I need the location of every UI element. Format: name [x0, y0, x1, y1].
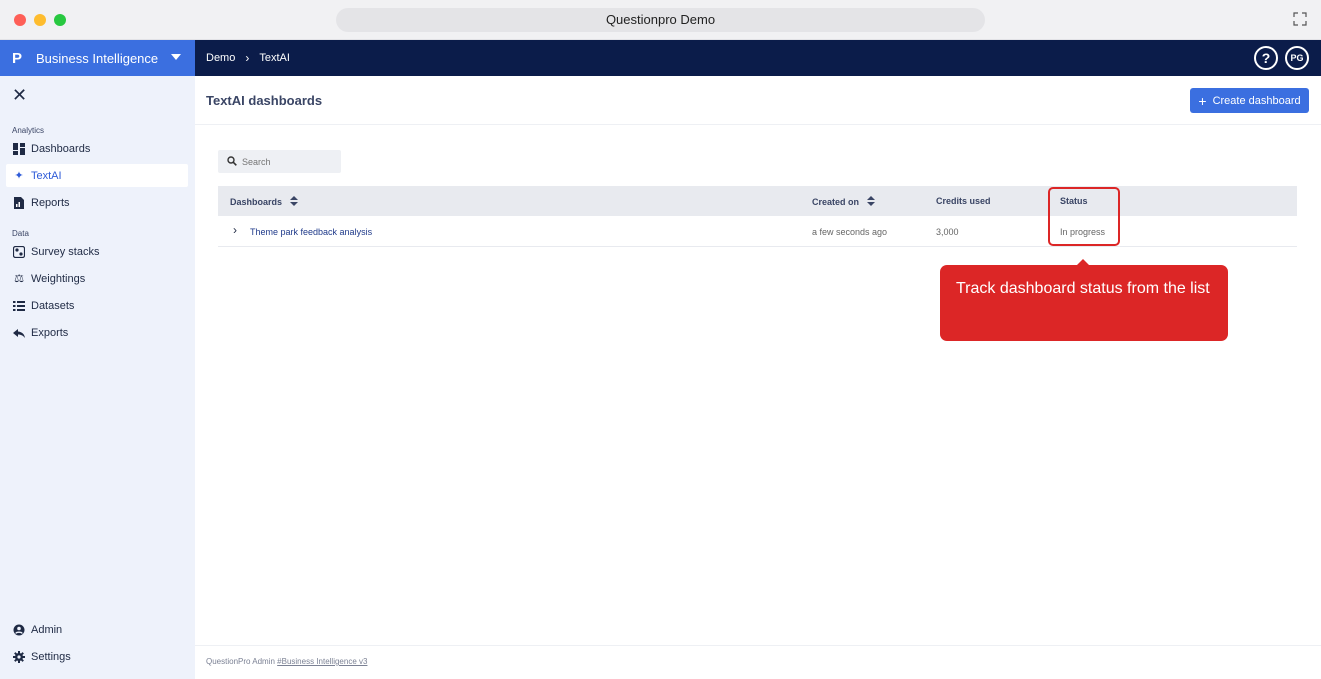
sidebar-item-label: Survey stacks [31, 245, 100, 258]
sparkle-icon: ✦ [14, 169, 24, 182]
sidebar-item-label: Weightings [31, 272, 86, 285]
sidebar-item-exports[interactable]: Exports [6, 321, 188, 344]
sidebar-item-survey-stacks[interactable]: Survey stacks [6, 240, 188, 263]
report-file-icon [13, 196, 25, 209]
admin-shield-icon [13, 624, 25, 636]
close-window-button[interactable] [14, 14, 26, 26]
plus-icon: + [1198, 92, 1207, 109]
footer-text: QuestionPro Admin [206, 657, 275, 666]
create-dashboard-label: Create dashboard [1212, 94, 1301, 107]
page-header: TextAI dashboards + Create dashboard [195, 76, 1321, 125]
search-icon [227, 156, 237, 166]
dashboard-grid-icon [13, 142, 25, 155]
window-title: Questionpro Demo [336, 8, 985, 32]
top-navbar: P Business Intelligence Demo › TextAI ? … [0, 40, 1321, 76]
breadcrumb-textai[interactable]: TextAI [259, 52, 290, 64]
reply-arrow-icon [13, 327, 25, 339]
minimize-window-button[interactable] [34, 14, 46, 26]
created-on-cell: a few seconds ago [812, 227, 888, 237]
footer-version-link[interactable]: #Business Intelligence v3 [277, 657, 367, 666]
sidebar-item-label: Dashboards [31, 142, 91, 155]
sort-icon[interactable] [867, 196, 876, 208]
column-header-dashboards[interactable]: Dashboards [230, 196, 299, 208]
sidebar-item-textai[interactable]: ✦ TextAI [6, 164, 188, 187]
tour-callout: Track dashboard status from the list [940, 265, 1228, 341]
column-header-created-on[interactable]: Created on [812, 196, 876, 208]
brand-logo-icon: P [12, 49, 23, 67]
zoom-window-button[interactable] [54, 14, 66, 26]
sidebar-item-dashboards[interactable]: Dashboards [6, 137, 188, 160]
column-header-label: Credits used [936, 196, 991, 206]
section-label-analytics: Analytics [12, 126, 45, 135]
expand-row-chevron-icon[interactable]: › [233, 224, 237, 236]
sort-icon[interactable] [290, 196, 299, 208]
sidebar-item-datasets[interactable]: Datasets [6, 294, 188, 317]
column-header-label: Dashboards [230, 197, 283, 207]
user-avatar[interactable]: PG [1285, 46, 1309, 70]
chevron-right-icon: › [245, 51, 250, 65]
credits-used-cell: 3,000 [936, 227, 959, 237]
sidebar-item-weightings[interactable]: ⚖ Weightings [6, 267, 188, 290]
sidebar-item-label: Exports [31, 326, 69, 339]
sidebar: ✕ Analytics Dashboards ✦ TextAI Reports … [0, 76, 195, 679]
fullscreen-icon[interactable] [1293, 12, 1307, 26]
scale-icon: ⚖ [14, 272, 24, 285]
table-header: Dashboards Created on Credits used Statu… [218, 186, 1297, 216]
close-sidebar-icon[interactable]: ✕ [12, 86, 27, 104]
product-switcher[interactable]: P Business Intelligence [0, 40, 195, 76]
page-title: TextAI dashboards [206, 93, 323, 108]
sidebar-item-label: Admin [31, 623, 63, 636]
page-footer: QuestionPro Admin #Business Intelligence… [195, 645, 1321, 679]
sidebar-item-settings[interactable]: Settings [6, 645, 188, 668]
table-row[interactable]: › Theme park feedback analysis a few sec… [218, 216, 1297, 247]
sidebar-item-label: TextAI [31, 169, 62, 182]
status-column-highlight [1048, 187, 1120, 246]
window-titlebar: Questionpro Demo [0, 0, 1321, 40]
column-header-credits-used: Credits used [936, 196, 991, 206]
dashboard-name-link[interactable]: Theme park feedback analysis [250, 227, 372, 237]
help-button[interactable]: ? [1254, 46, 1278, 70]
sidebar-item-reports[interactable]: Reports [6, 191, 188, 214]
sidebar-item-admin[interactable]: Admin [6, 618, 188, 641]
breadcrumb-demo[interactable]: Demo [206, 52, 235, 64]
list-icon [13, 300, 25, 312]
survey-stacks-icon [12, 245, 26, 258]
product-name: Business Intelligence [36, 50, 159, 66]
create-dashboard-button[interactable]: + Create dashboard [1190, 88, 1309, 113]
sidebar-item-label: Datasets [31, 299, 75, 312]
sidebar-item-label: Reports [31, 196, 70, 209]
sidebar-item-label: Settings [31, 650, 71, 663]
section-label-data: Data [12, 229, 29, 238]
window-controls [14, 14, 66, 26]
gear-icon [13, 650, 25, 663]
caret-down-icon [171, 54, 181, 60]
breadcrumb: Demo › TextAI [206, 40, 290, 76]
column-header-label: Created on [812, 197, 860, 207]
